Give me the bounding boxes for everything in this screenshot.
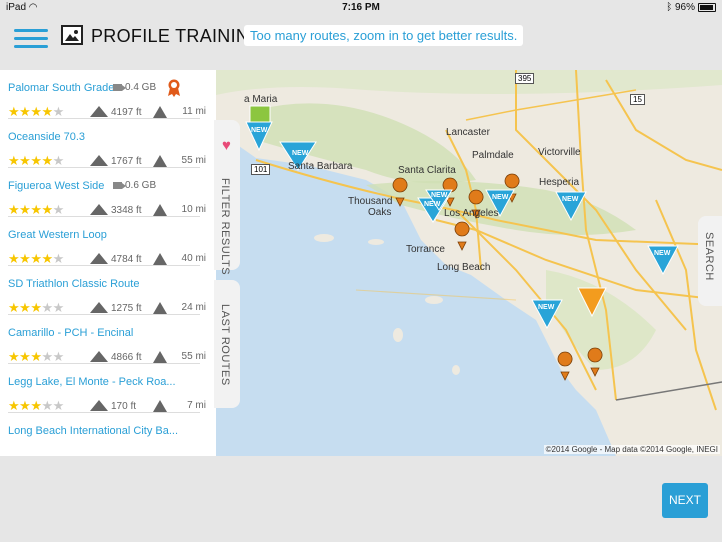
highway-shield: 395 [515, 73, 535, 84]
distance: 55 mi [181, 155, 206, 166]
place-label: Palmdale [472, 150, 514, 161]
distance: 40 mi [181, 253, 206, 264]
highway-shield: 15 [630, 94, 645, 105]
place-label: a Maria [244, 94, 278, 105]
route-name: Camarillo - PCH - Encinal [8, 327, 134, 339]
elevation: 4866 ft [90, 351, 142, 363]
new-label: NEW [251, 127, 268, 134]
place-label: Lancaster [446, 127, 490, 138]
bluetooth-icon: ᛒ [666, 2, 673, 13]
place-label: Santa Barbara [288, 161, 353, 172]
side-tabs: FILTER RESULTS LAST ROUTES [214, 120, 240, 410]
place-label: Thousand [348, 196, 393, 207]
video-size: 0.6 GB [113, 180, 156, 191]
new-label: NEW [292, 150, 309, 157]
header: PROFILE TRAINING Too many routes, zoom i… [0, 16, 722, 68]
road-icon [153, 351, 167, 363]
road-icon [153, 204, 167, 216]
route-name: Figueroa West Side [8, 180, 105, 192]
route-name: Palomar South Grade [8, 82, 115, 94]
road-icon [153, 155, 167, 167]
distance: 7 mi [187, 400, 206, 411]
route-row[interactable]: Long Beach International City Ba... [0, 413, 210, 462]
place-label: Torrance [406, 244, 445, 255]
battery-icon [698, 2, 716, 12]
mountain-icon [90, 253, 108, 264]
route-name: Legg Lake, El Monte - Peck Roa... [8, 376, 176, 388]
mountain-icon [90, 204, 108, 215]
new-label: NEW [654, 250, 671, 257]
tab-last-routes[interactable]: LAST ROUTES [214, 280, 240, 408]
video-size: 0.4 GB [113, 82, 156, 93]
video-route-marker[interactable] [249, 105, 271, 123]
place-label: Los Angeles [444, 208, 499, 219]
map-copyright: ©2014 Google - Map data ©2014 Google, IN… [543, 445, 720, 454]
next-button[interactable]: NEXT [662, 483, 708, 518]
elevation: 1275 ft [90, 302, 142, 314]
route-row[interactable]: Figueroa West Side 0.6 GB ★★★★★ 3348 ft 10 m… [0, 168, 210, 217]
mountain-icon [90, 351, 108, 362]
elevation: 4784 ft [90, 253, 142, 265]
route-row[interactable]: Palomar South Grade 0.4 GB ★★★★★ 4197 ft 11 … [0, 70, 210, 119]
menu-icon[interactable] [14, 24, 48, 54]
elevation: 4197 ft [90, 106, 142, 118]
heart-icon[interactable]: ♥ [222, 137, 231, 154]
place-label: Santa Clarita [398, 165, 456, 176]
new-label: NEW [492, 194, 509, 201]
elevation: 1767 ft [90, 155, 142, 167]
tab-search[interactable]: SEARCH [698, 216, 722, 306]
place-label: Oaks [368, 207, 392, 218]
video-icon [113, 181, 126, 189]
award-icon [168, 79, 180, 97]
mountain-icon [90, 400, 108, 411]
image-icon [61, 25, 83, 45]
distance: 11 mi [182, 106, 206, 117]
battery-status: ᛒ 96% [666, 2, 716, 13]
new-label: NEW [431, 192, 448, 199]
mountain-icon [90, 106, 108, 117]
distance: 10 mi [181, 204, 206, 215]
page-title: PROFILE TRAINING [91, 26, 264, 46]
road-icon [153, 400, 167, 412]
route-row[interactable]: Legg Lake, El Monte - Peck Roa... ★★★★★ 17… [0, 364, 210, 413]
distance: 55 mi [181, 351, 206, 362]
route-row[interactable]: SD Triathlon Classic Route ★★★★★ 1275 ft 24… [0, 266, 210, 315]
route-list: Palomar South Grade 0.4 GB ★★★★★ 4197 ft 11 … [0, 70, 216, 456]
distance: 24 mi [181, 302, 206, 313]
road-icon [153, 106, 167, 118]
road-icon [153, 253, 167, 265]
highway-shield: 101 [251, 164, 271, 175]
route-row[interactable]: Oceanside 70.3 ★★★★★ 1767 ft 55 mi [0, 119, 210, 168]
video-icon [113, 83, 126, 91]
clock: 7:16 PM [342, 2, 380, 13]
new-label: NEW [424, 201, 441, 208]
route-name: Great Western Loop [8, 229, 107, 241]
place-label: Victorville [538, 147, 581, 158]
road-icon [153, 302, 167, 314]
route-name: Long Beach International City Ba... [8, 425, 178, 437]
route-name: Oceanside 70.3 [8, 131, 86, 143]
route-row[interactable]: Camarillo - PCH - Encinal ★★★★★ 4866 ft 55 … [0, 315, 210, 364]
zoom-notice: Too many routes, zoom in to get better r… [244, 25, 524, 46]
status-bar: iPad ◠ 7:16 PM ᛒ 96% [0, 0, 722, 16]
elevation: 3348 ft [90, 204, 142, 216]
place-label: Long Beach [437, 262, 491, 273]
route-name: SD Triathlon Classic Route [8, 278, 140, 290]
place-label: Hesperia [539, 177, 580, 188]
route-row[interactable]: Great Western Loop ★★★★★ 4784 ft 40 mi [0, 217, 210, 266]
map[interactable]: NEW NEW NEW NEW NEW NEW NEW NEW Lancaste… [216, 70, 722, 456]
new-label: NEW [562, 196, 579, 203]
new-label: NEW [538, 304, 555, 311]
elevation: 170 ft [90, 400, 136, 412]
mountain-icon [90, 155, 108, 166]
mountain-icon [90, 302, 108, 313]
